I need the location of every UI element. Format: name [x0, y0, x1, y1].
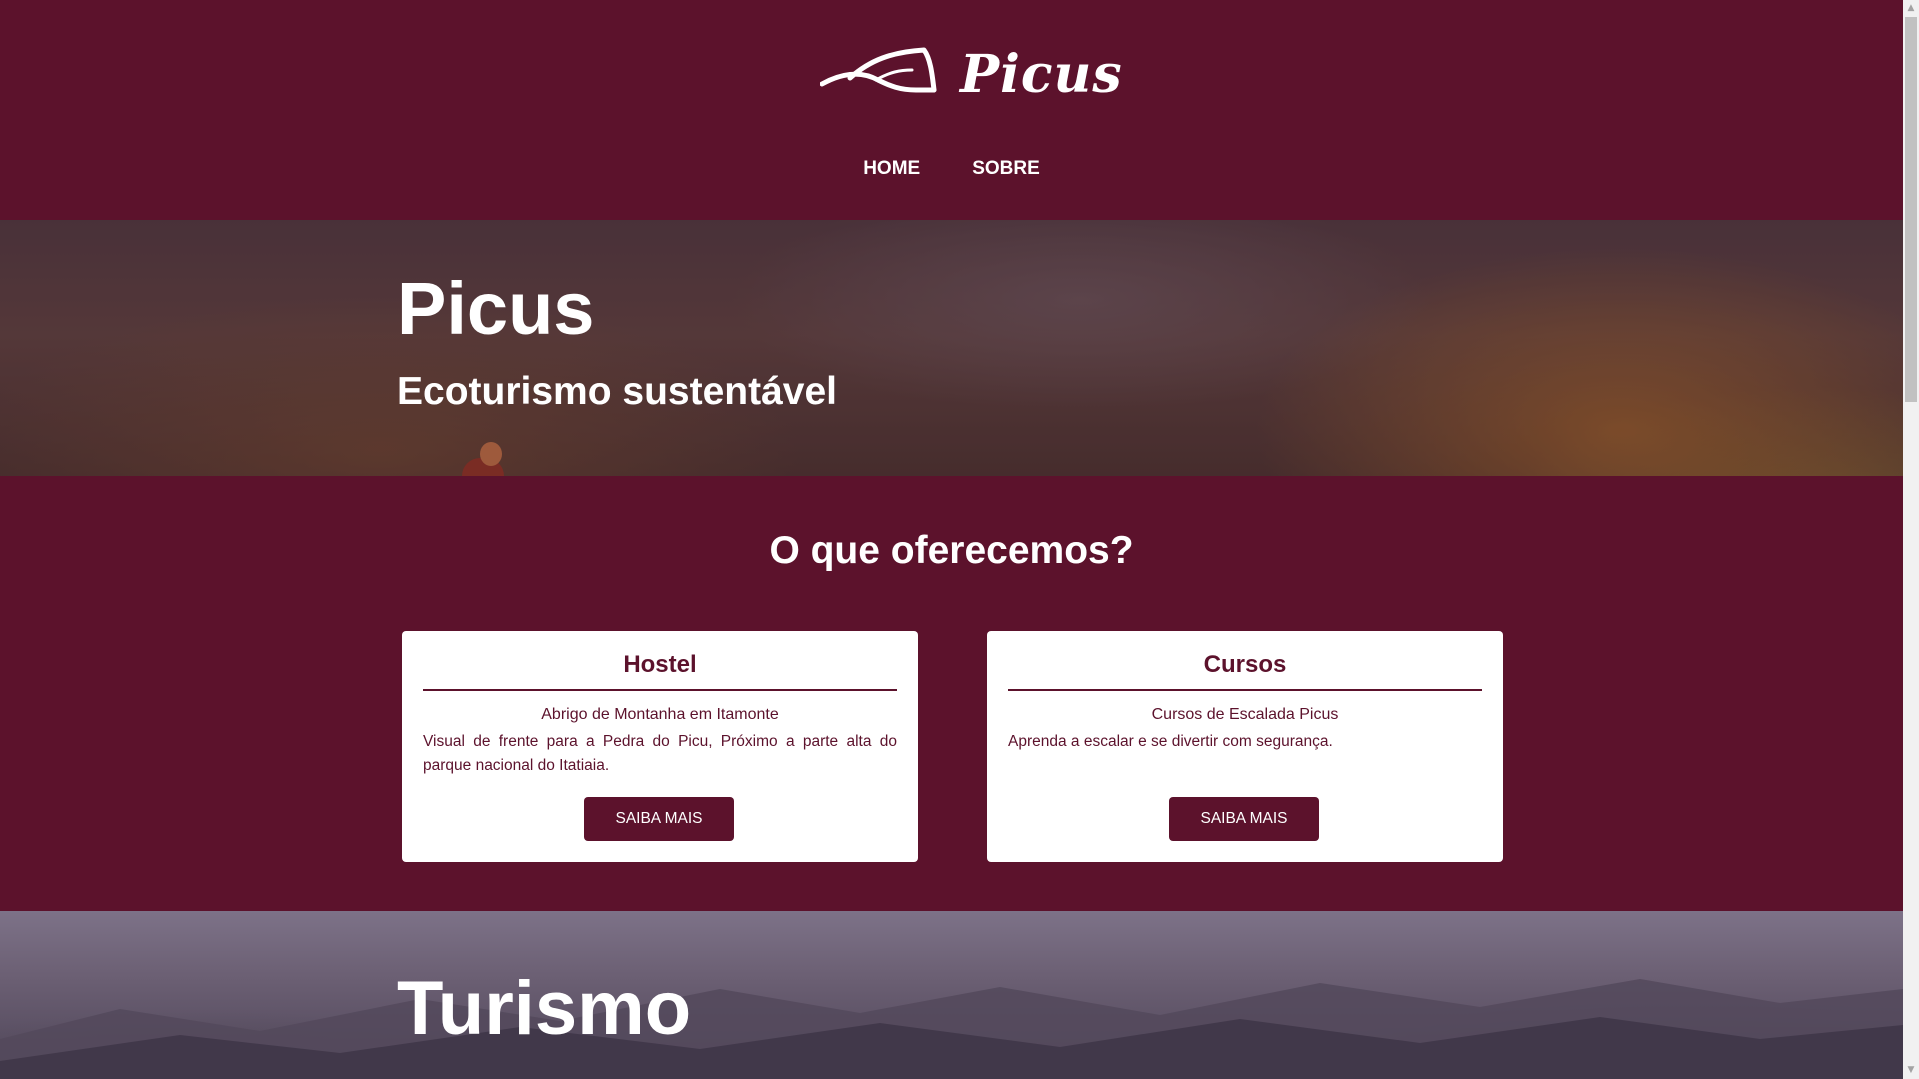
- mountain-logo-icon: [820, 47, 937, 93]
- hiker-head: [480, 442, 502, 466]
- card-description: Visual de frente para a Pedra do Picu, P…: [423, 733, 897, 774]
- main-nav: HOME SOBRE: [0, 152, 1903, 186]
- hero-title: Picus: [397, 267, 595, 350]
- logo-text: Picus: [960, 44, 1123, 105]
- hiker-figure: [444, 438, 504, 476]
- vertical-scrollbar[interactable]: ▲ ▼: [1903, 0, 1919, 1079]
- scroll-down-arrow-icon[interactable]: ▼: [1903, 1062, 1919, 1079]
- hostel-card: Hostel Abrigo de Montanha em Itamonte Vi…: [402, 631, 918, 862]
- scroll-up-arrow-icon[interactable]: ▲: [1903, 0, 1919, 17]
- card-subtitle: Cursos de Escalada Picus: [1151, 706, 1339, 723]
- tourism-title: Turismo: [397, 966, 692, 1051]
- card-title: Hostel: [423, 631, 897, 691]
- cursos-card: Cursos Cursos de Escalada Picus Aprenda …: [987, 631, 1503, 862]
- offers-title: O que oferecemos?: [769, 529, 1134, 572]
- tourism-section: Turismo: [0, 911, 1903, 1079]
- hostel-saiba-mais-button[interactable]: SAIBA MAIS: [584, 797, 734, 841]
- site-header: Picus HOME SOBRE: [0, 0, 1903, 220]
- nav-sobre-link[interactable]: SOBRE: [972, 152, 1040, 186]
- hero-overlay: [0, 220, 1903, 476]
- nav-home-link[interactable]: HOME: [863, 152, 920, 186]
- mountain-ridge: [0, 979, 1903, 1079]
- hero-banner: Picus Ecoturismo sustentável: [0, 220, 1903, 476]
- hero-subtitle: Ecoturismo sustentável: [397, 370, 837, 413]
- card-subtitle: Abrigo de Montanha em Itamonte: [541, 706, 779, 723]
- card-description: Aprenda a escalar e se divertir com segu…: [1008, 733, 1333, 750]
- cursos-saiba-mais-button[interactable]: SAIBA MAIS: [1169, 797, 1319, 841]
- card-title: Cursos: [1008, 631, 1482, 691]
- site-logo[interactable]: Picus: [820, 44, 1122, 106]
- offers-section: O que oferecemos? Hostel Abrigo de Monta…: [0, 476, 1903, 911]
- scrollbar-thumb[interactable]: [1905, 17, 1917, 402]
- page: Picus HOME SOBRE Picus Ecoturismo susten…: [0, 0, 1903, 1079]
